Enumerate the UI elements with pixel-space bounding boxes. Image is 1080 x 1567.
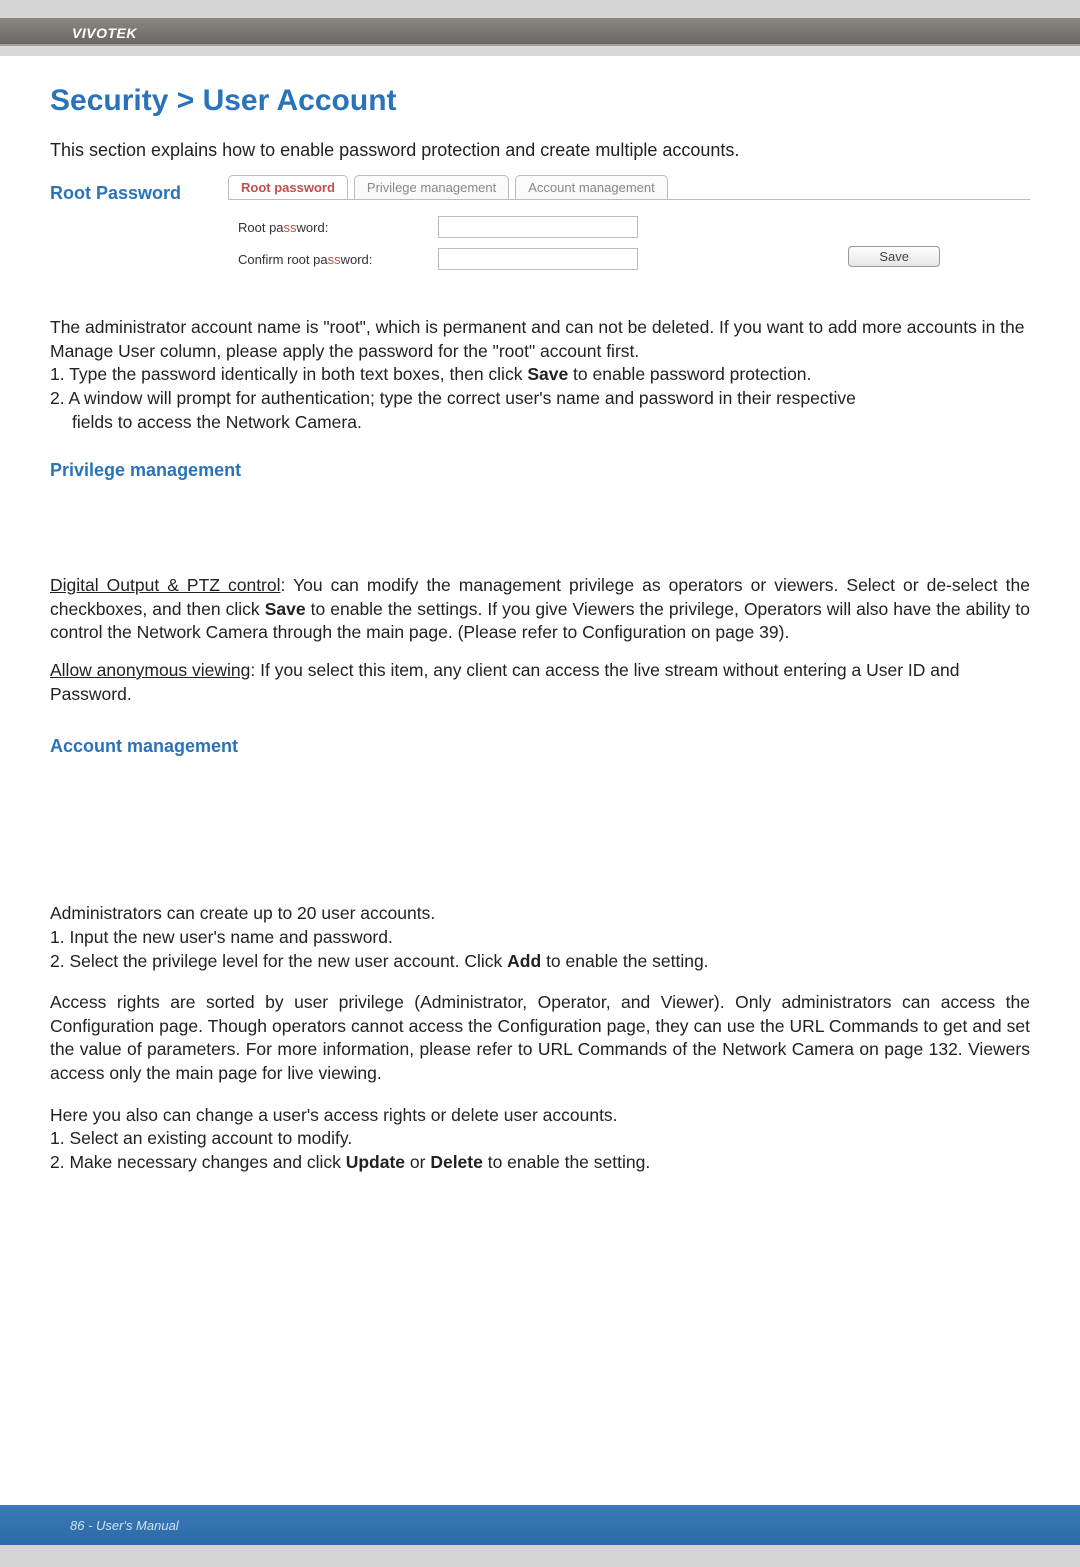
priv-para1: Digital Output & PTZ control: You can mo… [50,574,1030,645]
admin-line1: The administrator account name is "root"… [50,316,1030,363]
acct-p1: Administrators can create up to 20 user … [50,902,1030,926]
add-bold: Add [507,951,541,971]
save-bold2: Save [265,599,306,619]
root-password-label: Root Password [50,175,218,204]
tab-root-password[interactable]: Root password [228,175,348,199]
header-bar: VIVOTEK [0,18,1080,46]
footer-bar: 86 - User's Manual [0,1505,1080,1545]
confirm-password-field-label: Confirm root password: [238,252,438,267]
content-area: Security > User Account This section exp… [0,56,1080,1175]
priv-para2: Allow anonymous viewing: If you select t… [50,659,1030,706]
text-part: 2. Make necessary changes and click [50,1152,346,1172]
label-part: word: [297,220,329,235]
save-button-wrap: Save [848,246,940,267]
image-placeholder-priv [50,481,1030,556]
page-title: Security > User Account [50,84,1030,118]
save-bold: Save [527,364,568,384]
text-part: or [405,1152,430,1172]
image-placeholder-acct [50,757,1030,902]
text-part: to enable the setting. [541,951,708,971]
acct-s2: 2. Select the privilege level for the ne… [50,950,1030,974]
admin-step2b: fields to access the Network Camera. [50,411,1030,435]
text-part: to enable password protection. [568,364,811,384]
label-highlight: ss [328,252,341,267]
header-underline [0,46,1080,56]
page-container: VIVOTEK Security > User Account This sec… [0,18,1080,1545]
bottom-margin [0,1545,1080,1567]
acct-s1: 1. Input the new user's name and passwor… [50,926,1030,950]
admin-step2a: 2. A window will prompt for authenticati… [50,387,1030,411]
root-password-input[interactable] [438,216,638,238]
tab-privilege-management[interactable]: Privilege management [354,175,509,199]
panel-body: Root password: Confirm root password: Sa… [228,199,1030,298]
acct-p2: Access rights are sorted by user privile… [50,991,1030,1086]
save-button[interactable]: Save [848,246,940,267]
text-part: 2. Select the privilege level for the ne… [50,951,507,971]
privilege-heading: Privilege management [50,460,1030,481]
tab-account-management[interactable]: Account management [515,175,667,199]
top-margin [0,0,1080,18]
intro-text: This section explains how to enable pass… [50,140,1030,161]
admin-paragraph: The administrator account name is "root"… [50,316,1030,434]
text-part: to enable the setting. [483,1152,650,1172]
acct-s4: 2. Make necessary changes and click Upda… [50,1151,1030,1175]
digital-output-link: Digital Output & PTZ control [50,575,281,595]
tab-row: Root password Privilege management Accou… [228,175,1030,199]
label-part: word: [341,252,373,267]
brand-text: VIVOTEK [72,25,137,44]
label-part: Root pa [238,220,284,235]
confirm-password-input[interactable] [438,248,638,270]
acct-p3: Here you also can change a user's access… [50,1104,1030,1128]
root-password-field-row: Root password: [238,216,1020,238]
account-heading: Account management [50,736,1030,757]
acct-s3: 1. Select an existing account to modify. [50,1127,1030,1151]
delete-bold: Delete [430,1152,483,1172]
footer-text: 86 - User's Manual [70,1518,179,1533]
text-part: 1. Type the password identically in both… [50,364,527,384]
update-bold: Update [346,1152,405,1172]
label-part: Confirm root pa [238,252,328,267]
admin-step1: 1. Type the password identically in both… [50,363,1030,387]
allow-anonymous-link: Allow anonymous viewing [50,660,250,680]
root-password-field-label: Root password: [238,220,438,235]
label-highlight: ss [284,220,297,235]
root-password-row: Root Password Root password Privilege ma… [50,175,1030,298]
tab-panel: Root password Privilege management Accou… [218,175,1030,298]
